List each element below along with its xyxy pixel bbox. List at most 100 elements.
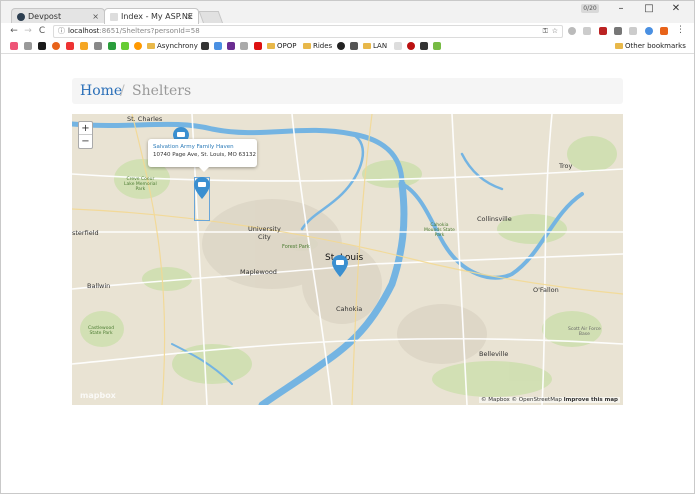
folder-icon [303, 43, 311, 49]
map-label-collinsville: Collinsville [477, 215, 512, 223]
extension-icon[interactable] [614, 27, 622, 35]
folder-icon [267, 43, 275, 49]
breadcrumb-current: Shelters [132, 83, 192, 99]
tab-title: Devpost [28, 12, 62, 21]
bookmark-folder-asynchrony[interactable]: Asynchrony [147, 42, 198, 51]
tab-index[interactable]: Index - My ASP.NE × [104, 8, 199, 24]
extension-icon[interactable] [568, 27, 576, 35]
menu-icon[interactable]: ⋮ [676, 25, 685, 35]
breadcrumb-separator: / [120, 83, 125, 99]
tab-title: Index - My ASP.NE [121, 12, 193, 21]
office-icon[interactable] [660, 27, 668, 35]
map-label-ofallon: O'Fallon [533, 286, 559, 294]
bookmark-icon[interactable] [337, 42, 345, 50]
url-host: localhost [68, 27, 100, 35]
shelters-map[interactable]: St. Charles sterfield University City Fo… [72, 114, 623, 405]
map-label-troy: Troy [559, 162, 573, 170]
shelter-marker-pin[interactable] [332, 255, 348, 277]
bookmarks-bar: Asynchrony OPOP Rides LAN Other bookmark… [1, 40, 694, 54]
marker-popup: Salvation Army Family Haven 10740 Page A… [148, 139, 257, 167]
bookmark-icon[interactable] [201, 42, 209, 50]
folder-icon [147, 43, 155, 49]
page-favicon-icon [110, 13, 118, 21]
url-path: :8651/Shelters?personId=58 [99, 27, 200, 35]
bookmark-icon[interactable] [240, 42, 248, 50]
bookmark-icon[interactable] [52, 42, 60, 50]
minimize-button[interactable]: – [611, 3, 631, 14]
forward-button[interactable]: → [23, 26, 33, 36]
bookmark-label: Rides [313, 42, 333, 50]
close-tab-icon[interactable]: × [186, 9, 193, 25]
bookmark-icon[interactable] [94, 42, 102, 50]
mapbox-attribution-link[interactable]: © Mapbox [481, 397, 510, 403]
bookmark-icon[interactable] [394, 42, 402, 50]
ublock-icon[interactable] [599, 27, 607, 35]
map-label-st-charles: St. Charles [127, 115, 163, 123]
back-button[interactable]: ← [9, 26, 19, 36]
map-attribution: © Mapbox © OpenStreetMap Improve this ma… [478, 397, 620, 403]
map-label-university-city: University City [248, 225, 281, 241]
zoom-in-button[interactable]: + [79, 122, 92, 135]
map-label-cahokia-mounds: Cahokia Mounds State Park [424, 223, 455, 238]
breadcrumb-home-link[interactable]: Home [80, 78, 122, 104]
other-bookmarks[interactable]: Other bookmarks [615, 42, 686, 51]
map-label-cahokia: Cahokia [336, 305, 363, 313]
bookmark-icon[interactable] [80, 42, 88, 50]
devpost-favicon-icon [17, 13, 25, 21]
bookmark-label: OPOP [277, 42, 297, 50]
bookmark-icon[interactable] [227, 42, 235, 50]
folder-icon [363, 43, 371, 49]
zoom-control: + − [78, 121, 93, 149]
netflix-icon[interactable] [254, 42, 262, 50]
bookmark-icon[interactable] [214, 42, 222, 50]
bookmark-folder-lan[interactable]: LAN [363, 42, 387, 51]
map-label-castlewood: Castlewood State Park [88, 326, 115, 336]
zoom-out-button[interactable]: − [79, 135, 92, 148]
reload-button[interactable]: C [37, 26, 47, 36]
bookmark-icon[interactable] [407, 42, 415, 50]
shelter-marker-pin[interactable] [194, 177, 210, 199]
bookmark-folder-opop[interactable]: OPOP [267, 42, 296, 51]
bookmark-icon[interactable] [108, 42, 116, 50]
tab-devpost[interactable]: Devpost × [11, 8, 105, 24]
bookmark-label: Asynchrony [157, 42, 198, 50]
address-bar[interactable]: ⓘ localhost:8651/Shelters?personId=58 ⚿ … [53, 25, 563, 38]
apps-icon[interactable] [10, 42, 18, 50]
extension-icon[interactable] [629, 27, 637, 35]
map-label-creve-coeur: Creve Coeur Lake Memorial Park [124, 177, 157, 192]
bookmark-label: LAN [373, 42, 388, 50]
mapbox-logo[interactable]: mapbox [80, 391, 116, 400]
browser-toolbar: ← → C ⓘ localhost:8651/Shelters?personId… [1, 23, 694, 40]
close-window-button[interactable]: ✕ [666, 3, 686, 14]
bookmark-icon[interactable] [24, 42, 32, 50]
improve-map-link[interactable]: Improve this map [564, 397, 618, 403]
bookmark-icon[interactable] [350, 42, 358, 50]
bookmark-label: Other bookmarks [625, 42, 686, 50]
bookmark-icon[interactable] [433, 42, 441, 50]
profile-badge[interactable]: 0/20 [581, 4, 599, 13]
bookmark-icon[interactable] [38, 42, 46, 50]
breadcrumb: Home / Shelters [72, 78, 623, 104]
maximize-button[interactable]: □ [639, 3, 659, 14]
key-icon[interactable]: ⚿ [543, 26, 548, 37]
popup-shelter-name[interactable]: Salvation Army Family Haven [153, 143, 252, 151]
folder-icon [615, 43, 623, 49]
site-info-icon[interactable]: ⓘ [58, 26, 65, 37]
extension-icon[interactable] [645, 27, 653, 35]
bookmark-star-icon[interactable]: ☆ [552, 26, 558, 37]
bookmark-icon[interactable] [420, 42, 428, 50]
bookmark-icon[interactable] [66, 42, 74, 50]
bookmark-folder-rides[interactable]: Rides [303, 42, 332, 51]
map-label-forest-park: Forest Park [282, 244, 310, 250]
extension-icon[interactable] [583, 27, 591, 35]
map-label-maplewood: Maplewood [240, 268, 277, 276]
osm-attribution-link[interactable]: © OpenStreetMap [512, 397, 562, 403]
popup-tip [199, 167, 209, 172]
bookmark-icon[interactable] [121, 42, 129, 50]
popup-shelter-address: 10740 Page Ave, St. Louis, MO 63132 [153, 152, 257, 158]
map-label-chesterfield: sterfield [72, 229, 99, 237]
map-label-ballwin: Ballwin [87, 282, 111, 290]
map-label-scott-afb: Scott Air Force Base [568, 327, 601, 337]
map-label-belleville: Belleville [479, 350, 509, 358]
bookmark-icon[interactable] [134, 42, 142, 50]
